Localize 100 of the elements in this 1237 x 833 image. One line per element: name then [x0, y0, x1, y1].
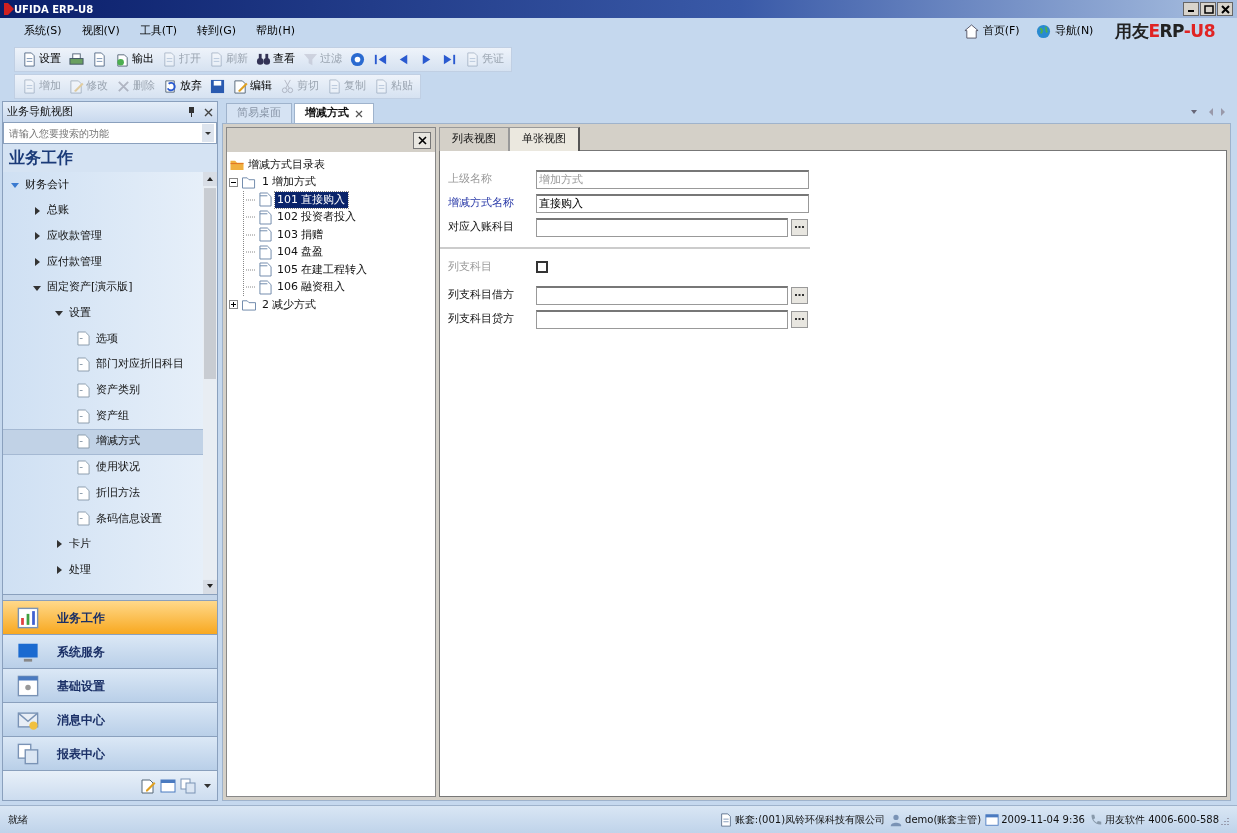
tree-item[interactable]: 增减方式 [3, 428, 203, 455]
printer-icon [69, 52, 84, 67]
document-icon [718, 812, 733, 827]
menu-item[interactable]: 工具(T) [129, 23, 187, 40]
pin-button[interactable] [187, 107, 196, 117]
binoculars-icon [256, 52, 271, 67]
tree-item[interactable]: 设置 [3, 300, 203, 327]
search-field[interactable]: 请输入您要搜索的功能 [3, 122, 217, 144]
navigation-button[interactable]: 系统服务 [3, 634, 217, 668]
tree-item[interactable]: 2 减少方式 [260, 296, 319, 313]
page-icon [259, 192, 272, 208]
close-icon [417, 135, 427, 145]
tree-item[interactable]: 增减方式目录表 [229, 156, 435, 174]
edit-icon [69, 79, 84, 94]
view-tab[interactable]: 单张视图 [509, 127, 580, 151]
tree-item[interactable]: 应收款管理 [3, 223, 203, 250]
maximize-button[interactable] [1200, 2, 1216, 16]
tree-item[interactable]: 处理 [3, 557, 203, 583]
logo: 用友ERP-U8 [1115, 19, 1215, 43]
navigation-button[interactable]: 报表中心 [3, 736, 217, 770]
page-icon [259, 262, 272, 278]
toolbar-button[interactable]: 编辑 [229, 75, 276, 98]
text-field[interactable] [536, 217, 788, 237]
more-button[interactable] [204, 782, 211, 789]
tree-item[interactable]: 资产组 [3, 403, 203, 429]
ellipsis-icon [795, 225, 804, 229]
text-field[interactable]: 直接购入 [536, 193, 809, 213]
view-tab[interactable]: 列表视图 [439, 127, 509, 151]
close-button[interactable] [204, 107, 213, 117]
first-icon [373, 52, 388, 67]
dropdown-icon [202, 124, 214, 142]
tree-item[interactable]: 财务会计 [3, 172, 203, 198]
close-button[interactable] [413, 131, 431, 149]
calendar-icon [160, 777, 176, 794]
navigation-button[interactable]: 消息中心 [3, 702, 217, 736]
page-icon [77, 382, 90, 398]
navigation-button[interactable]: 业务工作 [3, 600, 217, 634]
edit-icon [140, 777, 156, 794]
splitter-handle[interactable] [3, 594, 217, 600]
page-icon [77, 357, 90, 373]
tree-item[interactable]: 104 盘盈 [275, 244, 326, 261]
navigation-button[interactable]: 基础设置 [3, 668, 217, 702]
toolbar-button[interactable]: 输出 [111, 48, 158, 71]
tree-item[interactable]: 使用状况 [3, 454, 203, 481]
tree-item[interactable]: 101 直接购入 [275, 191, 348, 208]
lookup-button[interactable] [791, 310, 808, 328]
tree-item[interactable]: 106 融资租入 [275, 279, 348, 296]
toolbar-button[interactable]: 查看 [252, 48, 299, 71]
tree-item[interactable]: 卡片 [3, 531, 203, 558]
page-icon [77, 485, 90, 501]
house-icon [963, 24, 979, 39]
tree-item[interactable]: 折旧方法 [3, 480, 203, 506]
document-icon [162, 52, 177, 67]
tree-item[interactable]: 103 捐赠 [275, 226, 326, 243]
globe-icon [1035, 24, 1051, 39]
document-icon [209, 52, 224, 67]
close-button[interactable] [1217, 2, 1233, 16]
page-icon [77, 331, 90, 347]
pages-icon [180, 777, 196, 794]
tree-item[interactable]: 条码信息设置 [3, 505, 203, 532]
lookup-button[interactable] [791, 218, 808, 236]
tab-scroll-icon [1191, 107, 1227, 117]
menu-item[interactable]: 转到(G) [187, 23, 247, 40]
tree-item[interactable]: 102 投资者投入 [275, 209, 359, 226]
menu-item[interactable]: 系统(S) [14, 23, 72, 40]
toolbar-button[interactable]: 放弃 [159, 75, 206, 98]
tree-connector [246, 251, 256, 254]
scrollbar[interactable] [203, 172, 217, 594]
tree-item[interactable]: 部门对应折旧科目 [3, 351, 203, 378]
field-label: 列支科目贷方 [448, 310, 515, 327]
field-label: 上级名称 [448, 170, 493, 187]
tree-item[interactable]: 选项 [3, 326, 203, 352]
minimize-button[interactable] [1183, 2, 1199, 16]
document-tab[interactable]: 增减方式 [294, 103, 374, 123]
toolbar-button[interactable]: 设置 [18, 48, 65, 71]
open-folder-icon [241, 175, 257, 189]
close-icon[interactable] [355, 109, 363, 118]
tree-item[interactable]: 总账 [3, 197, 203, 224]
lookup-button[interactable] [791, 286, 808, 304]
field-label: 对应入账科目 [448, 218, 515, 235]
tree-item[interactable]: 固定资产[演示版] [3, 274, 203, 301]
menu-item[interactable]: 帮助(H) [246, 23, 305, 40]
tree-item[interactable]: 资产类别 [3, 377, 203, 404]
tree-item[interactable]: 应付款管理 [3, 249, 203, 275]
field-label: 列支科目借方 [448, 286, 515, 303]
field-label: 增减方式名称 [448, 194, 515, 211]
header-link[interactable]: 首页(F) [955, 23, 1028, 40]
header-link[interactable]: 导航(N) [1027, 23, 1102, 40]
document-icon [22, 79, 37, 94]
save-icon [210, 79, 225, 94]
tree-item[interactable]: 105 在建工程转入 [275, 261, 370, 278]
tree-connector [246, 286, 256, 289]
text-field[interactable] [536, 285, 788, 305]
delete-icon [116, 79, 131, 94]
app-icon [4, 3, 14, 15]
text-field[interactable] [536, 309, 788, 329]
menu-item[interactable]: 视图(V) [71, 23, 130, 40]
tree-item[interactable]: 1 增加方式 [260, 174, 319, 191]
page-icon [259, 209, 272, 225]
status-text: 就绪 [8, 813, 29, 827]
